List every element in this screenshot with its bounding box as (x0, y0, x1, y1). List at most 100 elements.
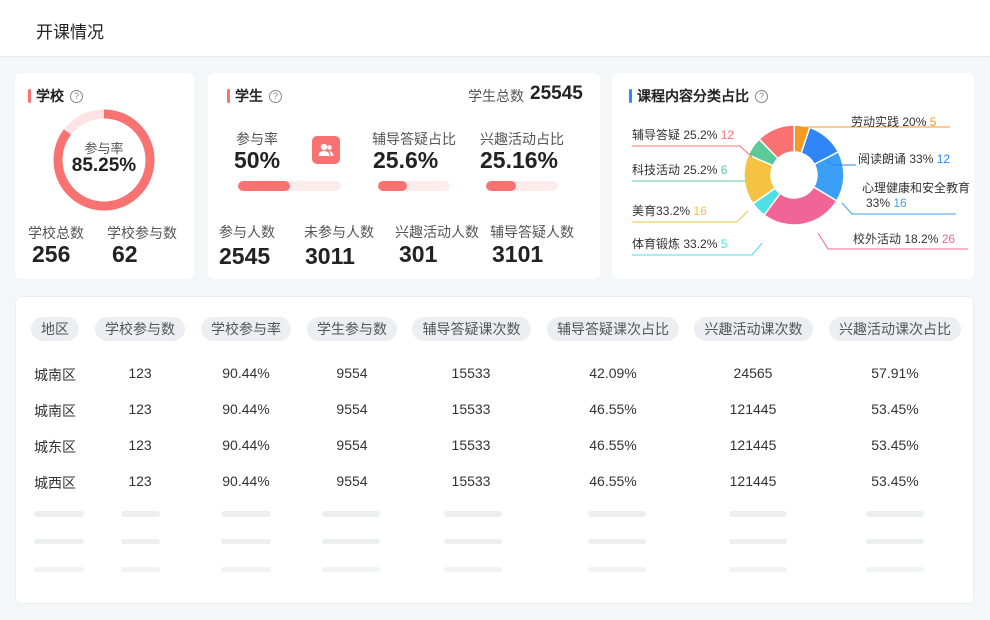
table-cell: 121445 (729, 473, 777, 489)
skeleton-bar (444, 567, 502, 572)
student-total-label: 学生总数 (468, 88, 524, 104)
interest-progress (486, 181, 558, 191)
col-header-student-count[interactable]: 学生参与数 (307, 317, 397, 341)
col-header-tutoring-sessions[interactable]: 辅导答疑课次数 (412, 317, 531, 341)
table-cell: 15533 (451, 473, 491, 489)
table-cell: 90.44% (222, 365, 270, 381)
skeleton-bar (121, 539, 160, 544)
legend-item: 美育33.2% 16 (632, 202, 707, 219)
skeleton-bar (588, 567, 646, 572)
legend-pct: 33.2% (683, 237, 718, 251)
count-label: 参与人数 (219, 224, 275, 240)
table-cell: 9554 (336, 401, 368, 417)
col-header-interest-ratio[interactable]: 兴趣活动课次占比 (829, 317, 961, 341)
school-participating-value: 62 (112, 241, 138, 267)
legend-name: 体育锻炼 (632, 237, 681, 251)
metric-label: 兴趣活动占比 (480, 131, 564, 147)
col-header-school-count[interactable]: 学校参与数 (95, 317, 185, 341)
table-cell: 90.44% (222, 437, 270, 453)
legend-pct: 18.2% (904, 232, 939, 246)
skeleton-bar (866, 567, 924, 572)
table-cell: 15533 (451, 365, 491, 381)
skeleton-bar (322, 567, 380, 572)
metric-value: 25.6% (373, 147, 439, 173)
legend-name: 辅导答疑 (632, 128, 681, 142)
table-cell: 121445 (729, 437, 777, 453)
tutoring-progress (378, 181, 450, 191)
participation-progress (238, 181, 341, 191)
student-title-text: 学生 (235, 88, 263, 104)
table-cell: 42.09% (589, 365, 637, 381)
legend-name: 阅读朗诵 (858, 152, 907, 166)
skeleton-bar (121, 511, 160, 517)
school-total-label: 学校总数 (28, 225, 84, 241)
legend-count: 16 (893, 196, 907, 210)
skeleton-bar (866, 539, 924, 544)
table-cell: 57.91% (871, 365, 919, 381)
leader-line (632, 145, 753, 158)
student-card-title: 学生 ? (227, 86, 282, 106)
help-icon[interactable]: ? (269, 89, 282, 103)
legend-pct: 33% (909, 152, 934, 166)
legend-item: 劳动实践 20% 5 (851, 113, 936, 130)
count-value: 301 (399, 241, 438, 267)
table-cell: 9554 (336, 473, 368, 489)
table-cell: 15533 (451, 437, 491, 453)
table-cell: 90.44% (222, 401, 270, 417)
skeleton-bar (221, 567, 271, 572)
col-header-tutoring-ratio[interactable]: 辅导答疑课次占比 (547, 317, 679, 341)
legend-item: 阅读朗诵 33% 12 (858, 150, 950, 167)
title-accent (28, 89, 31, 103)
count-value: 3011 (305, 243, 355, 269)
progress-fill (486, 181, 517, 191)
table-cell: 24565 (733, 365, 773, 381)
legend-item: 33% 16 (866, 196, 907, 210)
table-cell: 53.45% (871, 437, 919, 453)
table-cell: 15533 (451, 401, 491, 417)
gauge-value: 85.25% (71, 155, 137, 176)
student-total-value: 25545 (530, 83, 583, 104)
legend-pct: 25.2% (683, 163, 718, 177)
legend-item: 辅导答疑 25.2% 12 (632, 126, 734, 143)
school-participating-label: 学校参与数 (107, 225, 177, 241)
metric-value: 25.16% (480, 147, 559, 173)
table-cell: 123 (128, 365, 152, 381)
school-title-text: 学校 (36, 88, 64, 104)
metric-value: 50% (234, 147, 281, 173)
skeleton-bar (444, 511, 502, 517)
page-title: 开课情况 (36, 23, 104, 42)
table-cell: 46.55% (589, 473, 637, 489)
users-icon (318, 143, 334, 156)
count-label: 未参与人数 (304, 224, 374, 240)
student-card: 学生 ? 学生总数 25545 参与率 50% 辅导答疑占比 25.6% 兴趣活… (208, 73, 600, 279)
skeleton-bar (444, 539, 502, 544)
legend-name: 心理健康和安全教育 (862, 181, 971, 195)
skeleton-bar (34, 539, 84, 544)
skeleton-bar (221, 539, 271, 544)
school-card: 学校 ? 参与率 85.25% 学校总数 256 学校参与数 62 (15, 73, 194, 279)
col-header-school-rate[interactable]: 学校参与率 (201, 317, 291, 341)
table-cell: 46.55% (589, 437, 637, 453)
col-header-interest-sessions[interactable]: 兴趣活动课次数 (694, 317, 813, 341)
legend-name: 美育 (632, 204, 657, 218)
skeleton-bar (729, 511, 787, 517)
legend-item: 科技活动 25.2% 6 (632, 161, 727, 178)
skeleton-bar (34, 567, 84, 572)
legend-count: 16 (693, 204, 707, 218)
skeleton-bar (34, 511, 84, 517)
metric-label: 参与率 (236, 131, 278, 147)
skeleton-bar (729, 539, 787, 544)
table-cell: 53.45% (871, 401, 919, 417)
legend-count: 5 (720, 237, 728, 251)
school-card-title: 学校 ? (28, 86, 83, 106)
table-cell: 123 (128, 401, 152, 417)
school-total-value: 256 (32, 241, 71, 267)
title-accent (227, 89, 230, 103)
legend-count: 12 (720, 128, 735, 142)
legend-pct: 33% (866, 196, 891, 210)
help-icon[interactable]: ? (70, 89, 83, 103)
metric-label: 辅导答疑占比 (372, 131, 456, 147)
legend-pct: 33.2% (656, 204, 691, 218)
col-header-region[interactable]: 地区 (31, 317, 79, 341)
count-label: 辅导答疑人数 (490, 224, 574, 240)
